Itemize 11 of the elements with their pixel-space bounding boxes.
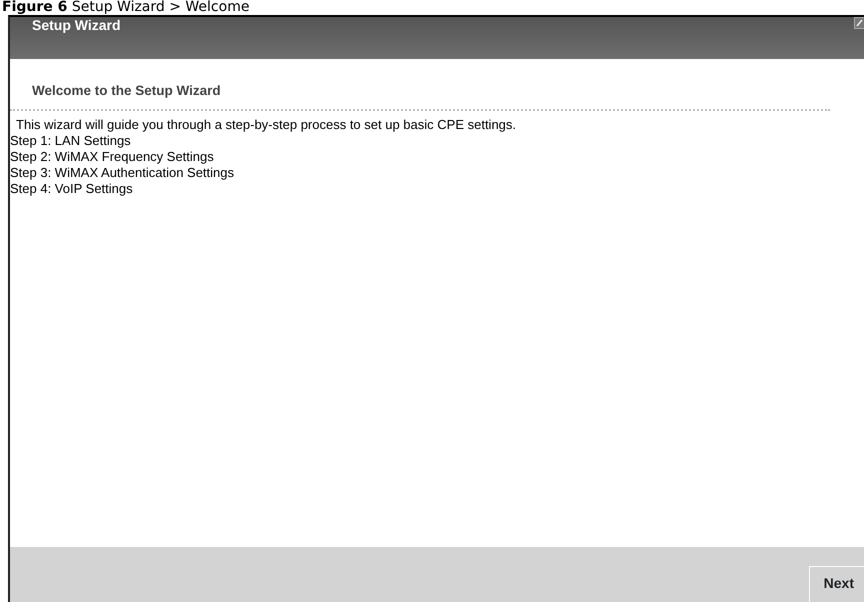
section-heading: Welcome to the Setup Wizard [10,81,830,112]
intro-text: This wizard will guide you through a step-by-step process to set up basic CPE settings. [15,117,516,134]
step-text: Step 1: LAN Settings [10,133,131,150]
next-button[interactable]: Next [808,566,864,602]
step-text: Step 2: WiMAX Frequency Settings [10,149,214,166]
figure-caption: Setup Wizard > Welcome [72,0,250,15]
step-text: Step 3: WiMAX Authentication Settings [10,165,234,182]
window-title: Setup Wizard [32,17,121,33]
edit-icon[interactable] [854,17,864,29]
figure-label: Figure 6 [2,0,68,15]
step-text: Step 4: VoIP Settings [10,181,133,198]
